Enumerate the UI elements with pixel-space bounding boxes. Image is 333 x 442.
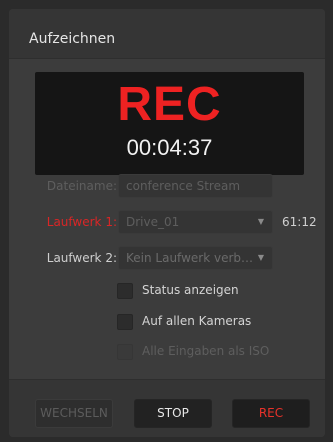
drive1-value: Drive_01 — [126, 215, 180, 229]
drive2-label: Laufwerk 2: — [46, 251, 117, 265]
switch-button: WECHSELN — [35, 399, 113, 428]
stop-button[interactable]: STOP — [134, 399, 212, 428]
record-timecode: 00:04:37 — [126, 135, 213, 160]
drive1-label: Laufwerk 1: — [46, 215, 117, 229]
drive2-value: Kein Laufwerk verb… — [126, 251, 253, 265]
record-panel: Aufzeichnen REC 00:04:37 Dateiname: conf… — [9, 9, 325, 437]
record-status-display: REC 00:04:37 — [35, 72, 304, 175]
panel-title: Aufzeichnen — [29, 31, 116, 47]
all-cameras-option[interactable]: Auf allen Kameras — [117, 313, 307, 331]
drive1-remaining-time: 61:12 — [282, 215, 317, 229]
panel-header: Aufzeichnen — [9, 9, 325, 59]
show-status-checkbox[interactable] — [117, 283, 133, 299]
all-inputs-iso-option: Alle Eingaben als ISO — [117, 343, 307, 361]
button-bar: WECHSELN STOP REC — [9, 379, 325, 437]
chevron-down-icon: ▼ — [257, 253, 264, 262]
all-inputs-iso-checkbox — [117, 344, 133, 360]
filename-label: Dateiname: — [46, 179, 117, 193]
all-cameras-label: Auf allen Kameras — [142, 314, 252, 328]
drive1-select[interactable]: Drive_01 ▼ — [118, 210, 273, 234]
drive2-select[interactable]: Kein Laufwerk verb… ▼ — [118, 246, 273, 270]
chevron-down-icon: ▼ — [257, 217, 264, 226]
rec-indicator: REC — [117, 78, 222, 131]
show-status-option[interactable]: Status anzeigen — [117, 282, 307, 300]
filename-field: conference Stream — [118, 174, 273, 198]
show-status-label: Status anzeigen — [142, 283, 239, 297]
all-cameras-checkbox[interactable] — [117, 314, 133, 330]
record-button[interactable]: REC — [232, 399, 310, 428]
all-inputs-iso-label: Alle Eingaben als ISO — [142, 344, 270, 358]
